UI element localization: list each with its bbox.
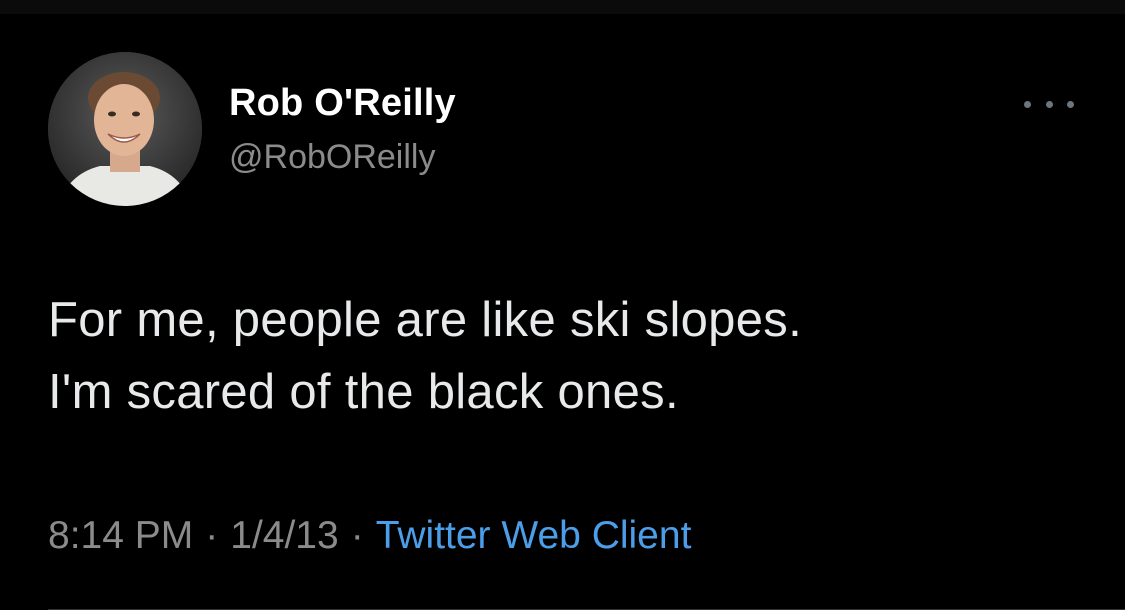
tweet-text-line: For me, people are like ski slopes. bbox=[48, 293, 802, 347]
tweet-client-link[interactable]: Twitter Web Client bbox=[376, 514, 692, 557]
tweet-time[interactable]: 8:14 PM bbox=[48, 514, 193, 557]
author-name[interactable]: Rob O'Reilly bbox=[229, 82, 456, 125]
avatar-image bbox=[48, 52, 202, 206]
tweet-text: For me, people are like ski slopes. I'm … bbox=[48, 284, 1088, 428]
top-bar bbox=[0, 0, 1125, 14]
tweet-card: Rob O'Reilly @RobOReilly For me, people … bbox=[0, 14, 1125, 610]
meta-separator: · bbox=[205, 514, 219, 557]
author-handle[interactable]: @RobOReilly bbox=[229, 138, 435, 177]
avatar[interactable] bbox=[48, 52, 202, 206]
more-horizontal-icon bbox=[1067, 100, 1074, 108]
more-options-button[interactable] bbox=[1024, 94, 1074, 114]
meta-separator: · bbox=[350, 514, 364, 557]
tweet-metadata: 8:14 PM · 1/4/13 · Twitter Web Client bbox=[48, 514, 691, 558]
more-horizontal-icon bbox=[1045, 100, 1053, 108]
tweet-date[interactable]: 1/4/13 bbox=[230, 514, 338, 557]
more-horizontal-icon bbox=[1024, 100, 1031, 108]
tweet-text-line: I'm scared of the black ones. bbox=[48, 365, 679, 419]
